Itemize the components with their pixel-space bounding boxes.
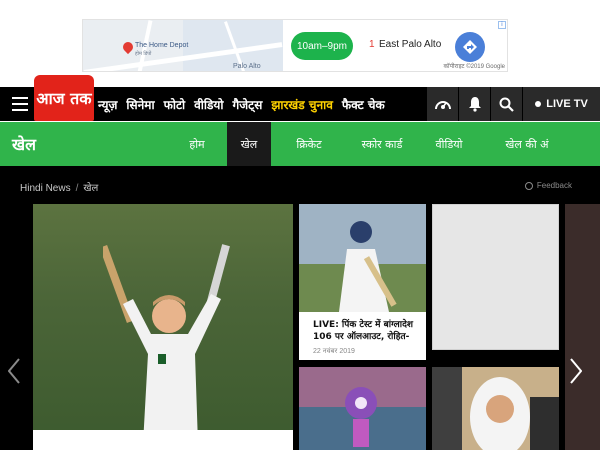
ad-store-sub: होम डिपो	[135, 51, 152, 57]
story-card-image	[299, 367, 426, 450]
story-card-partial[interactable]	[565, 204, 600, 450]
logo-text: आज तक	[36, 89, 92, 108]
story-card[interactable]: LIVE: पिंक टेस्ट में बांग्लादेश 106 पर ऑ…	[299, 204, 426, 360]
story-card[interactable]	[299, 367, 426, 450]
ad-store-name: The Home Depot	[135, 42, 189, 49]
tab-home[interactable]: होम	[167, 122, 227, 166]
carousel-prev-icon[interactable]	[4, 356, 24, 386]
tab-scorecard[interactable]: स्कोर कार्ड	[347, 122, 417, 166]
hero-story[interactable]	[33, 204, 293, 450]
tab-sports-more[interactable]: खेल की अं	[481, 122, 573, 166]
ad-banner-area: The Home Depot होम डिपो Palo Alto 10am–9…	[0, 0, 600, 82]
breadcrumb-separator: /	[75, 183, 79, 194]
nav-item-cinema[interactable]: सिनेमा	[126, 96, 154, 113]
tab-sports[interactable]: खेल	[227, 122, 271, 166]
ad-result-number: 1	[369, 39, 375, 50]
ad-hours-badge[interactable]: 10am–9pm	[291, 32, 353, 60]
live-tv-label: LIVE TV	[546, 98, 588, 110]
ad-map[interactable]: The Home Depot होम डिपो Palo Alto	[83, 20, 283, 71]
bell-icon[interactable]	[458, 87, 490, 121]
nav-item-gadgets[interactable]: गैजेट्स	[233, 96, 263, 113]
nav-item-jharkhand-election[interactable]: झारखंड चुनाव	[271, 96, 333, 113]
content-area: Hindi News / खेल Feedback LIVE: पिंक टेस्ट…	[0, 166, 600, 450]
carousel-next-icon[interactable]	[566, 356, 586, 386]
section-title[interactable]: खेल	[12, 133, 36, 155]
feedback-link[interactable]: Feedback	[524, 181, 572, 190]
story-card-image	[432, 367, 559, 450]
feedback-icon	[524, 181, 533, 190]
ad-copyright: कॉपीराइट ©2019 Google	[443, 64, 505, 70]
directions-icon[interactable]	[455, 32, 485, 62]
breadcrumb-current: खेल	[83, 183, 99, 194]
info-icon[interactable]: i	[498, 21, 506, 29]
map-ad[interactable]: The Home Depot होम डिपो Palo Alto 10am–9…	[82, 19, 508, 72]
nav-item-video[interactable]: वीडियो	[194, 96, 223, 113]
audio-icon[interactable]	[426, 87, 458, 121]
story-card-image	[299, 204, 426, 312]
nav-item-fact-check[interactable]: फैक्ट चेक	[342, 96, 385, 113]
live-tv-button[interactable]: LIVE TV	[522, 87, 600, 121]
tab-video[interactable]: वीडियो	[417, 122, 481, 166]
story-card-title: LIVE: पिंक टेस्ट में बांग्लादेश 106 पर ऑ…	[313, 320, 413, 342]
ad-placeholder	[432, 204, 559, 350]
breadcrumb-home[interactable]: Hindi News	[20, 183, 71, 194]
nav-item-photo[interactable]: फोटो	[164, 96, 186, 113]
search-icon[interactable]	[490, 87, 522, 121]
hero-caption	[33, 430, 293, 450]
ad-location[interactable]: East Palo Alto	[379, 39, 441, 50]
nav-item-news[interactable]: न्यूज़	[98, 96, 117, 113]
story-card[interactable]	[432, 367, 559, 450]
section-tabs: होम खेल क्रिकेट स्कोर कार्ड वीडियो खेल क…	[167, 122, 573, 166]
cricketer-image	[103, 244, 230, 444]
map-pin-icon	[120, 39, 136, 55]
story-card-date: 22 नवंबर 2019	[313, 348, 355, 355]
aaj-tak-logo[interactable]: आज तक	[34, 75, 94, 121]
menu-icon[interactable]	[12, 97, 28, 111]
tab-cricket[interactable]: क्रिकेट	[271, 122, 347, 166]
nav-actions: LIVE TV	[426, 87, 600, 121]
section-bar: खेल होम खेल क्रिकेट स्कोर कार्ड वीडियो ख…	[0, 122, 600, 166]
ad-place-label: Palo Alto	[233, 63, 261, 70]
breadcrumb: Hindi News / खेल	[20, 180, 98, 194]
feedback-label: Feedback	[536, 181, 572, 190]
live-dot-icon	[535, 101, 542, 107]
main-nav: न्यूज़ सिनेमा फोटो वीडियो गैजेट्स झारखंड…	[98, 87, 394, 121]
